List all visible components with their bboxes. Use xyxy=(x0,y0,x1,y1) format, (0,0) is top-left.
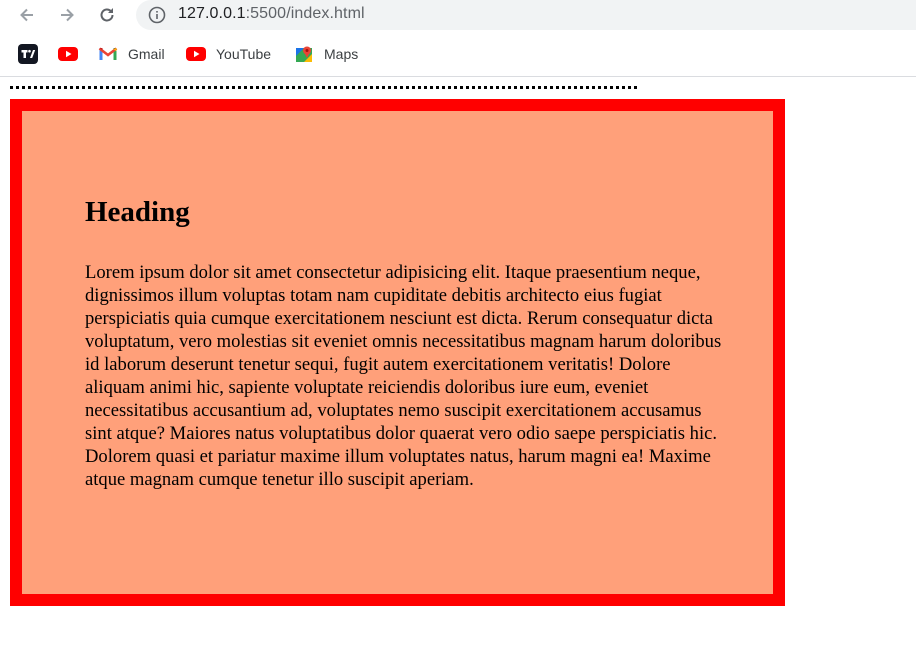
bookmark-gmail[interactable]: Gmail xyxy=(98,42,165,66)
gmail-icon xyxy=(98,44,118,64)
bookmark-youtube-icon-only[interactable] xyxy=(58,42,78,66)
content-box: Heading Lorem ipsum dolor sit amet conse… xyxy=(10,99,785,606)
arrow-left-icon xyxy=(20,8,33,22)
maps-icon xyxy=(294,44,314,64)
chrome-divider xyxy=(0,76,916,77)
page-heading: Heading xyxy=(85,196,190,228)
youtube-icon xyxy=(186,44,206,64)
body-paragraph: Lorem ipsum dolor sit amet consectetur a… xyxy=(85,262,722,490)
youtube-icon xyxy=(58,44,78,64)
url-text[interactable]: 127.0.0.1:5500/index.html xyxy=(178,5,365,23)
arrow-right-icon xyxy=(61,8,74,22)
reload-button[interactable] xyxy=(95,3,119,27)
bookmark-youtube[interactable]: YouTube xyxy=(186,42,271,66)
tradingview-icon xyxy=(18,44,38,64)
forward-button[interactable] xyxy=(55,3,79,27)
bookmark-tradingview[interactable] xyxy=(18,42,38,66)
url-path: /index.html xyxy=(286,5,365,22)
address-bar[interactable]: 127.0.0.1:5500/index.html xyxy=(136,0,916,30)
dotted-rule xyxy=(10,86,637,89)
browser-toolbar: 127.0.0.1:5500/index.html xyxy=(0,0,916,30)
bookmarks-bar: Gmail YouTube Maps xyxy=(0,38,916,70)
reload-icon xyxy=(100,8,114,22)
url-host: 127.0.0.1 xyxy=(178,5,246,22)
bookmark-label: YouTube xyxy=(216,46,272,62)
back-button[interactable] xyxy=(15,3,39,27)
bookmark-label: Gmail xyxy=(128,46,165,62)
info-icon xyxy=(148,6,166,24)
bookmark-label: Maps xyxy=(324,46,359,62)
bookmark-maps[interactable]: Maps xyxy=(294,42,358,66)
url-port: :5500 xyxy=(245,5,287,22)
